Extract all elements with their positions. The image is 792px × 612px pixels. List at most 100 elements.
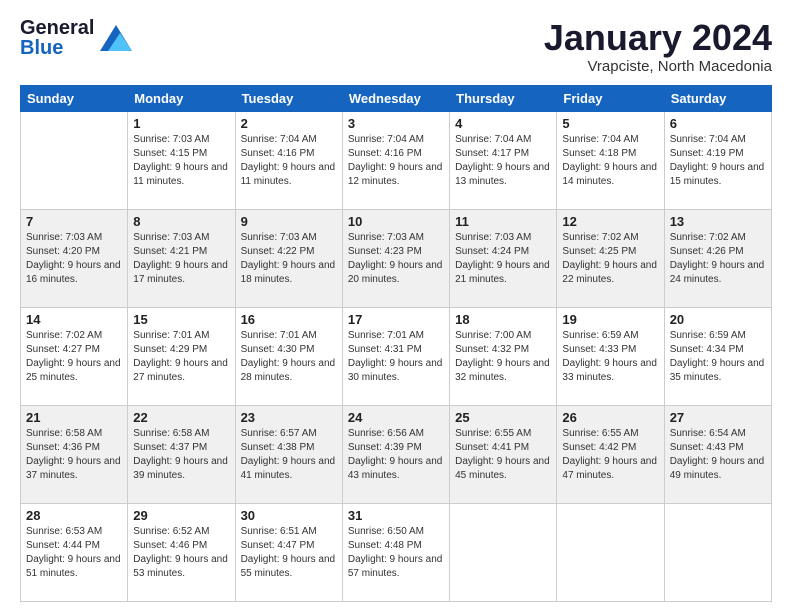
day-info: Sunrise: 7:04 AMSunset: 4:16 PMDaylight:… (348, 133, 444, 189)
calendar-cell: 5Sunrise: 7:04 AMSunset: 4:18 PMDaylight… (557, 111, 664, 209)
calendar-cell: 20 Sunrise: 6:59 AMSunset: 4:34 PMDayligh… (664, 307, 771, 405)
calendar-week-row: 1Sunrise: 7:03 AMSunset: 4:15 PMDaylight… (21, 111, 772, 209)
day-info: Sunrise: 6:57 AMSunset: 4:38 PMDaylight:… (241, 427, 337, 483)
day-number: 29 (133, 508, 229, 523)
calendar-header-row: SundayMondayTuesdayWednesdayThursdayFrid… (21, 85, 772, 111)
calendar-cell: 22Sunrise: 6:58 AMSunset: 4:37 PMDayligh… (128, 405, 235, 503)
day-number: 13 (670, 214, 766, 229)
day-info: Sunrise: 6:54 AMSunset: 4:43 PMDaylight:… (670, 427, 766, 483)
day-number: 21 (26, 410, 122, 425)
day-number: 1 (133, 116, 229, 131)
calendar-cell: 7 Sunrise: 7:03 AMSunset: 4:20 PMDaylight… (21, 209, 128, 307)
calendar-cell: 17Sunrise: 7:01 AMSunset: 4:31 PMDayligh… (342, 307, 449, 405)
calendar-header-wednesday: Wednesday (342, 85, 449, 111)
calendar-cell: 15 Sunrise: 7:01 AMSunset: 4:29 PMDayligh… (128, 307, 235, 405)
title-block: January 2024 Vrapciste, North Macedonia (544, 18, 772, 75)
calendar-cell: 3 Sunrise: 7:04 AMSunset: 4:16 PMDaylight… (342, 111, 449, 209)
calendar-cell: 16 Sunrise: 7:01 AMSunset: 4:30 PMDayligh… (235, 307, 342, 405)
day-info: Sunrise: 6:59 AMSunset: 4:34 PMDaylight:… (670, 329, 766, 385)
day-number: 20 (670, 312, 766, 327)
day-info: Sunrise: 7:04 AMSunset: 4:17 PMDaylight:… (455, 133, 551, 189)
day-number: 10 (348, 214, 444, 229)
day-info: Sunrise: 6:55 AMSunset: 4:42 PMDaylight:… (562, 427, 658, 483)
calendar-cell (450, 503, 557, 601)
day-info: Sunrise: 7:02 AMSunset: 4:25 PMDaylight:… (562, 231, 658, 287)
day-info: Sunrise: 7:03 AMSunset: 4:23 PMDaylight:… (348, 231, 444, 287)
calendar-header-tuesday: Tuesday (235, 85, 342, 111)
day-number: 30 (241, 508, 337, 523)
calendar-week-row: 28Sunrise: 6:53 AMSunset: 4:44 PMDayligh… (21, 503, 772, 601)
calendar-cell: 13Sunrise: 7:02 AMSunset: 4:26 PMDayligh… (664, 209, 771, 307)
calendar-week-row: 7 Sunrise: 7:03 AMSunset: 4:20 PMDaylight… (21, 209, 772, 307)
day-number: 28 (26, 508, 122, 523)
calendar-cell: 21 Sunrise: 6:58 AMSunset: 4:36 PMDayligh… (21, 405, 128, 503)
day-info: Sunrise: 7:04 AMSunset: 4:16 PMDaylight:… (241, 133, 337, 189)
day-number: 11 (455, 214, 551, 229)
calendar-table: SundayMondayTuesdayWednesdayThursdayFrid… (20, 85, 772, 602)
day-info: Sunrise: 6:52 AMSunset: 4:46 PMDaylight:… (133, 525, 229, 581)
day-info: Sunrise: 7:03 AMSunset: 4:20 PMDaylight:… (26, 231, 122, 287)
calendar-cell: 26 Sunrise: 6:55 AMSunset: 4:42 PMDayligh… (557, 405, 664, 503)
calendar-header-monday: Monday (128, 85, 235, 111)
calendar-cell: 28Sunrise: 6:53 AMSunset: 4:44 PMDayligh… (21, 503, 128, 601)
calendar-header-thursday: Thursday (450, 85, 557, 111)
calendar-cell: 31Sunrise: 6:50 AMSunset: 4:48 PMDayligh… (342, 503, 449, 601)
day-info: Sunrise: 6:58 AMSunset: 4:36 PMDaylight:… (26, 427, 122, 483)
calendar-cell: 1Sunrise: 7:03 AMSunset: 4:15 PMDaylight… (128, 111, 235, 209)
day-number: 24 (348, 410, 444, 425)
logo-icon (100, 25, 132, 51)
calendar-cell: 8 Sunrise: 7:03 AMSunset: 4:21 PMDaylight… (128, 209, 235, 307)
calendar-cell: 4Sunrise: 7:04 AMSunset: 4:17 PMDaylight… (450, 111, 557, 209)
day-info: Sunrise: 7:01 AMSunset: 4:29 PMDaylight:… (133, 329, 229, 385)
month-title: January 2024 (544, 18, 772, 58)
calendar-cell: 27 Sunrise: 6:54 AMSunset: 4:43 PMDayligh… (664, 405, 771, 503)
calendar-week-row: 21 Sunrise: 6:58 AMSunset: 4:36 PMDayligh… (21, 405, 772, 503)
day-number: 2 (241, 116, 337, 131)
day-info: Sunrise: 7:03 AMSunset: 4:22 PMDaylight:… (241, 231, 337, 287)
day-number: 18 (455, 312, 551, 327)
day-number: 6 (670, 116, 766, 131)
calendar-cell: 10 Sunrise: 7:03 AMSunset: 4:23 PMDayligh… (342, 209, 449, 307)
day-info: Sunrise: 7:03 AMSunset: 4:21 PMDaylight:… (133, 231, 229, 287)
day-info: Sunrise: 6:56 AMSunset: 4:39 PMDaylight:… (348, 427, 444, 483)
day-number: 7 (26, 214, 122, 229)
calendar-cell: 23 Sunrise: 6:57 AMSunset: 4:38 PMDayligh… (235, 405, 342, 503)
calendar-cell: 30 Sunrise: 6:51 AMSunset: 4:47 PMDayligh… (235, 503, 342, 601)
day-number: 25 (455, 410, 551, 425)
day-info: Sunrise: 7:01 AMSunset: 4:30 PMDaylight:… (241, 329, 337, 385)
calendar-cell: 24 Sunrise: 6:56 AMSunset: 4:39 PMDayligh… (342, 405, 449, 503)
calendar-cell: 29 Sunrise: 6:52 AMSunset: 4:46 PMDayligh… (128, 503, 235, 601)
day-number: 14 (26, 312, 122, 327)
calendar-cell: 12Sunrise: 7:02 AMSunset: 4:25 PMDayligh… (557, 209, 664, 307)
calendar-header-friday: Friday (557, 85, 664, 111)
day-info: Sunrise: 6:59 AMSunset: 4:33 PMDaylight:… (562, 329, 658, 385)
day-number: 15 (133, 312, 229, 327)
day-number: 8 (133, 214, 229, 229)
logo-general: General (20, 18, 94, 38)
calendar-cell: 9 Sunrise: 7:03 AMSunset: 4:22 PMDaylight… (235, 209, 342, 307)
day-info: Sunrise: 7:00 AMSunset: 4:32 PMDaylight:… (455, 329, 551, 385)
calendar-cell: 18 Sunrise: 7:00 AMSunset: 4:32 PMDayligh… (450, 307, 557, 405)
header: General Blue January 2024 Vrapciste, Nor… (20, 18, 772, 75)
calendar-header-sunday: Sunday (21, 85, 128, 111)
logo-blue: Blue (20, 38, 63, 58)
calendar-cell: 6Sunrise: 7:04 AMSunset: 4:19 PMDaylight… (664, 111, 771, 209)
day-number: 26 (562, 410, 658, 425)
calendar-cell (21, 111, 128, 209)
day-info: Sunrise: 7:02 AMSunset: 4:27 PMDaylight:… (26, 329, 122, 385)
calendar-week-row: 14 Sunrise: 7:02 AMSunset: 4:27 PMDayligh… (21, 307, 772, 405)
day-info: Sunrise: 6:51 AMSunset: 4:47 PMDaylight:… (241, 525, 337, 581)
day-number: 27 (670, 410, 766, 425)
day-number: 19 (562, 312, 658, 327)
calendar-cell: 2 Sunrise: 7:04 AMSunset: 4:16 PMDaylight… (235, 111, 342, 209)
day-info: Sunrise: 7:03 AMSunset: 4:24 PMDaylight:… (455, 231, 551, 287)
logo: General Blue (20, 18, 132, 58)
day-number: 17 (348, 312, 444, 327)
page: General Blue January 2024 Vrapciste, Nor… (0, 0, 792, 612)
day-number: 3 (348, 116, 444, 131)
day-number: 23 (241, 410, 337, 425)
day-number: 9 (241, 214, 337, 229)
day-number: 22 (133, 410, 229, 425)
day-number: 5 (562, 116, 658, 131)
day-number: 16 (241, 312, 337, 327)
